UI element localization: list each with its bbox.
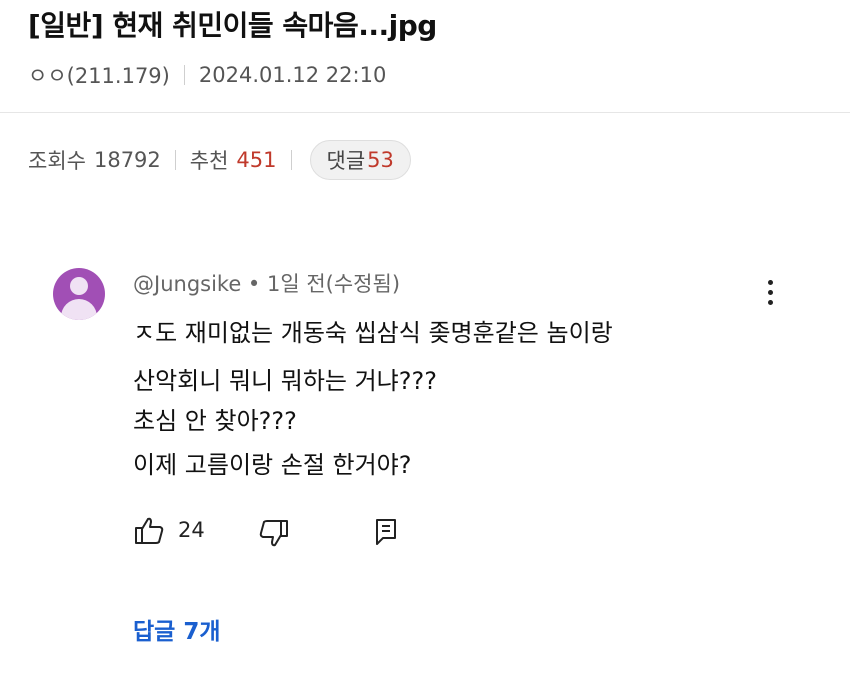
header-divider [0, 112, 850, 113]
post-title: [일반] 현재 취민이들 속마음...jpg [28, 9, 437, 42]
stats-divider [174, 150, 176, 170]
comments-count: 53 [367, 148, 394, 172]
comment-line: 이제 고름이랑 손절 한거야? [133, 451, 412, 479]
like-count: 24 [178, 518, 205, 542]
meta-divider [183, 65, 185, 85]
comment-actions: 24 [133, 513, 433, 549]
recommend-count: 451 [236, 148, 277, 172]
view-replies-link[interactable]: 답글 7개 [133, 612, 221, 646]
stats-divider [290, 150, 292, 170]
comment-line: 산악회니 뭐니 뭐하는 거냐??? [133, 367, 437, 395]
post-meta: ㅇㅇ(211.179) 2024.01.12 22:10 [28, 60, 386, 90]
thumbs-down-icon[interactable] [258, 517, 290, 549]
post-author[interactable]: ㅇㅇ(211.179) [28, 60, 170, 90]
reply-comment-icon[interactable] [373, 517, 401, 547]
comment-line: ㅈ도 재미없는 개동숙 씹삼식 좆명훈같은 놈이랑 [133, 319, 613, 347]
thumbs-up-icon[interactable] [133, 515, 165, 547]
comment-line: 초심 안 찾아??? [133, 407, 297, 435]
post-datetime: 2024.01.12 22:10 [198, 63, 387, 87]
views-count: 18792 [93, 148, 161, 172]
default-avatar-icon[interactable] [53, 268, 105, 320]
post-stats: 조회수 18792 추천 451 댓글 53 [28, 140, 411, 180]
kebab-menu-icon[interactable] [764, 280, 776, 310]
views-label: 조회수 [28, 149, 86, 173]
comment-header: @Jungsike • 1일 전(수정됨) [133, 272, 401, 296]
recommend-label: 추천 [189, 149, 229, 173]
comments-button[interactable]: 댓글 53 [309, 140, 411, 180]
comments-label: 댓글 [326, 149, 366, 173]
